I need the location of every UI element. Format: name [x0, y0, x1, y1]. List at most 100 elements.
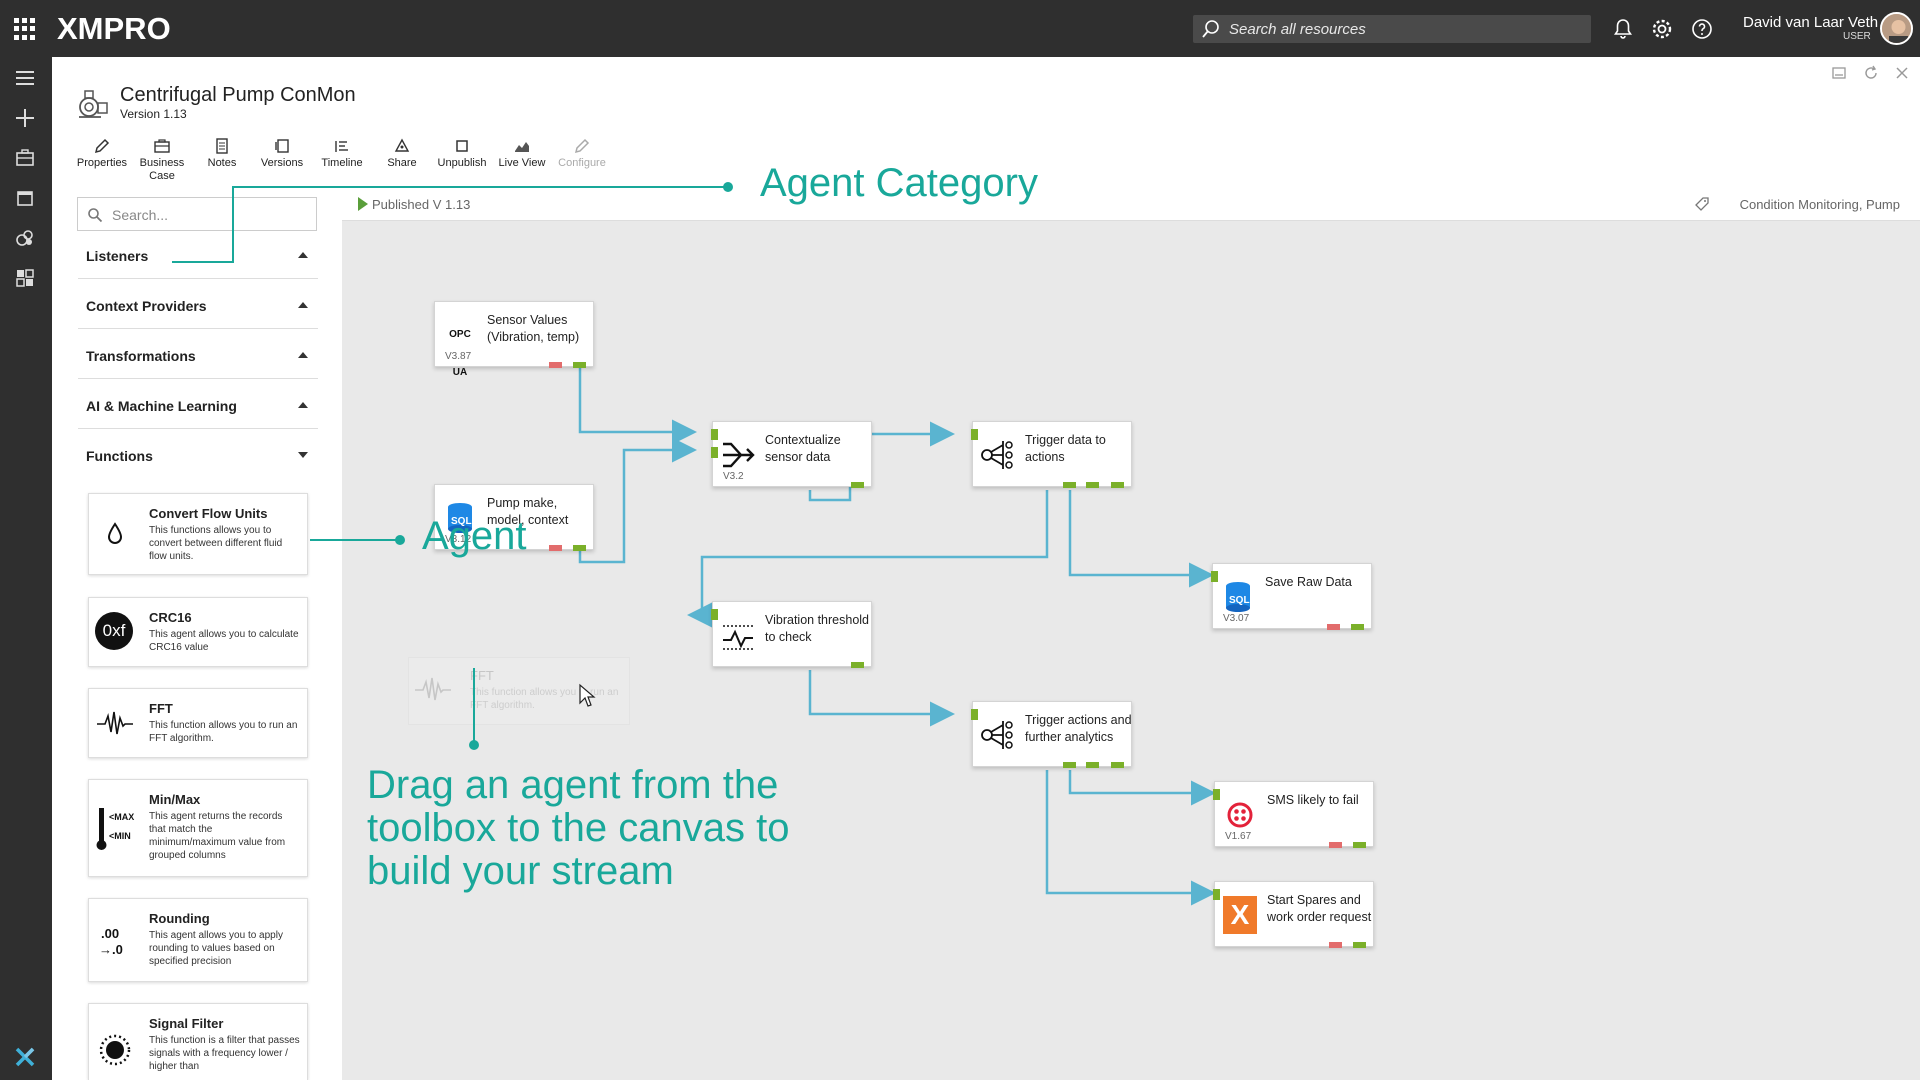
user-name[interactable]: David van Laar Veth	[1743, 14, 1878, 31]
search-icon	[88, 208, 103, 223]
app-logo[interactable]: XMPRO	[57, 11, 171, 47]
minimize-icon[interactable]	[1830, 64, 1848, 82]
node-contextualize[interactable]: Contextualize sensor data V3.2	[711, 421, 872, 488]
gear-icon[interactable]	[1650, 17, 1674, 41]
error-port[interactable]	[1327, 624, 1340, 630]
waveform-icon	[415, 677, 451, 701]
svg-text:→.0: →.0	[99, 942, 123, 957]
node-sensor-values[interactable]: OPC UA Sensor Values (Vibration, temp) V…	[434, 301, 594, 378]
agent-description: This function is a filter that passes si…	[149, 1035, 300, 1072]
input-port[interactable]	[971, 429, 978, 440]
node-trigger-actions[interactable]: Trigger actions and further analytics	[971, 701, 1132, 768]
caret-up-icon	[298, 352, 308, 358]
error-port[interactable]	[549, 362, 562, 368]
search-icon	[1202, 20, 1219, 38]
timeline-button[interactable]: Timeline	[312, 137, 372, 187]
agent-card-min-max[interactable]: <MAX <MIN Min/Max This agent returns the…	[88, 779, 308, 877]
agent-card-fft[interactable]: FFT This function allows you to run an F…	[88, 688, 308, 758]
plus-icon[interactable]	[13, 106, 37, 130]
share-label: Share	[387, 157, 417, 169]
calendar-icon[interactable]	[13, 186, 37, 210]
output-port[interactable]	[1111, 762, 1124, 768]
menu-icon[interactable]	[13, 66, 37, 90]
input-port[interactable]	[1213, 789, 1220, 800]
output-port[interactable]	[851, 482, 864, 488]
global-search-input[interactable]: Search all resources	[1193, 15, 1591, 43]
output-port[interactable]	[1111, 482, 1124, 488]
category-ai-machine-learning[interactable]: AI & Machine Learning	[78, 381, 318, 429]
node-vibration-threshold[interactable]: Vibration threshold to check	[711, 601, 872, 668]
x-brand-icon[interactable]	[13, 1045, 37, 1069]
input-port[interactable]	[1213, 889, 1220, 900]
avatar[interactable]	[1880, 12, 1913, 45]
agent-name: Rounding	[149, 911, 210, 926]
output-port[interactable]	[1063, 762, 1076, 768]
connector	[1045, 770, 1216, 906]
versions-button[interactable]: Versions	[252, 137, 312, 187]
node-save-raw-data[interactable]: SQL Save Raw Data V3.07	[1211, 563, 1372, 630]
output-port[interactable]	[1063, 482, 1076, 488]
output-port[interactable]	[1086, 482, 1099, 488]
properties-button[interactable]: Properties	[72, 137, 132, 187]
error-port[interactable]	[1329, 842, 1342, 848]
category-transformations[interactable]: Transformations	[78, 331, 318, 379]
output-port[interactable]	[851, 662, 864, 668]
node-version: V3.2	[723, 471, 744, 482]
agent-card-signal-filter[interactable]: Signal Filter This function is a filter …	[88, 1003, 308, 1080]
annotation-agent-category: Agent Category	[760, 161, 1038, 205]
recipes-icon[interactable]	[13, 226, 37, 250]
output-port[interactable]	[573, 362, 586, 368]
connector	[1068, 770, 1216, 806]
input-port[interactable]	[971, 709, 978, 720]
share-button[interactable]: Share	[372, 137, 432, 187]
category-context-providers[interactable]: Context Providers	[78, 281, 318, 329]
category-label: Listeners	[86, 248, 149, 264]
bell-icon[interactable]	[1611, 17, 1635, 41]
category-listeners[interactable]: Listeners	[78, 231, 318, 279]
dashboard-icon[interactable]	[13, 266, 37, 290]
input-port[interactable]	[711, 447, 718, 458]
connector	[808, 670, 955, 727]
node-trigger-data[interactable]: Trigger data to actions	[971, 421, 1132, 488]
category-functions[interactable]: Functions	[78, 431, 318, 479]
notes-button[interactable]: Notes	[192, 137, 252, 187]
category-label: Functions	[86, 448, 153, 464]
caret-up-icon	[298, 252, 308, 258]
stream-canvas[interactable]: Published V 1.13 Condition Monitoring, P…	[342, 187, 1920, 1080]
node-version: V1.67	[1225, 831, 1252, 842]
output-port[interactable]	[1353, 842, 1366, 848]
output-port[interactable]	[573, 545, 586, 551]
briefcase-icon[interactable]	[13, 146, 37, 170]
output-port[interactable]	[1086, 762, 1099, 768]
page-title: Centrifugal Pump ConMon	[120, 84, 356, 106]
svg-text:SQL: SQL	[1229, 595, 1250, 606]
close-icon[interactable]	[1893, 64, 1911, 82]
square-icon	[456, 140, 468, 152]
output-port[interactable]	[1353, 942, 1366, 948]
unpublish-button[interactable]: Unpublish	[432, 137, 492, 187]
apps-grid-icon[interactable]	[14, 18, 36, 40]
refresh-icon[interactable]	[1862, 64, 1880, 82]
node-label: Trigger data to actions	[1025, 433, 1106, 464]
help-icon[interactable]	[1690, 17, 1714, 41]
versions-icon	[275, 139, 289, 153]
configure-button[interactable]: Configure	[552, 137, 612, 187]
input-port[interactable]	[1211, 571, 1218, 582]
live-view-button[interactable]: Live View	[492, 137, 552, 187]
agent-card-rounding[interactable]: .00 →.0 Rounding This agent allows you t…	[88, 898, 308, 982]
input-port[interactable]	[711, 609, 718, 620]
agent-card-crc16[interactable]: 0xf CRC16 This agent allows you to calcu…	[88, 597, 308, 667]
output-port[interactable]	[1351, 624, 1364, 630]
input-port[interactable]	[711, 429, 718, 440]
agent-card-convert-flow-units[interactable]: Convert Flow Units This functions allows…	[88, 493, 308, 575]
node-start-spares[interactable]: X Start Spares and work order request	[1213, 881, 1374, 948]
error-port[interactable]	[1329, 942, 1342, 948]
error-port[interactable]	[549, 545, 562, 551]
connector	[687, 490, 1049, 628]
twilio-icon	[1227, 802, 1253, 828]
business-case-button[interactable]: Business Case	[132, 137, 192, 187]
annotation-drag-instructions: Drag an agent from the toolbox to the ca…	[367, 764, 790, 893]
node-sms-likely-to-fail[interactable]: SMS likely to fail V1.67	[1213, 781, 1374, 848]
node-version: V3.87	[445, 351, 472, 362]
toolbox-search-input[interactable]: Search...	[77, 197, 317, 231]
